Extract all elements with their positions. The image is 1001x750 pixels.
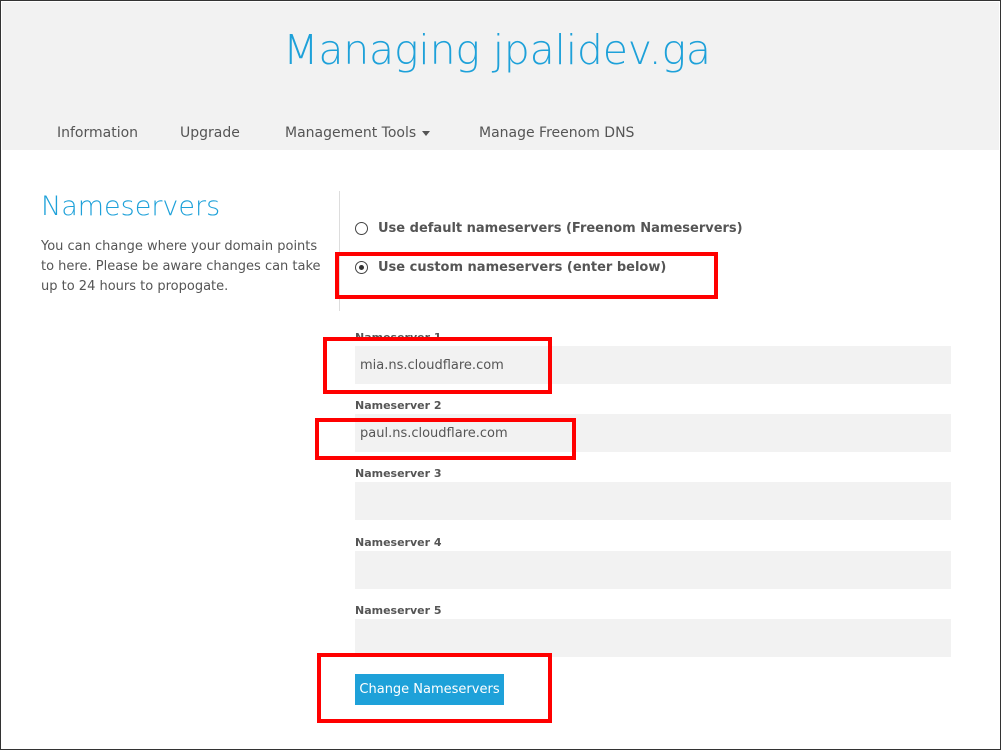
radio-button-unchecked[interactable]	[355, 222, 368, 235]
nameserver-4-label: Nameserver 4	[355, 536, 442, 549]
nav-tab-upgrade[interactable]: Upgrade	[180, 125, 240, 141]
nameserver-2-label: Nameserver 2	[355, 399, 442, 412]
change-nameservers-button[interactable]: Change Nameservers	[355, 674, 504, 705]
nameserver-3-input[interactable]	[355, 482, 951, 520]
nav-tab-information[interactable]: Information	[57, 125, 138, 141]
column-divider	[339, 191, 340, 311]
browser-frame: Managing jpalidev.ga Information Upgrade…	[0, 0, 1001, 750]
nav-tab-manage-freenom-dns[interactable]: Manage Freenom DNS	[479, 125, 634, 141]
nameserver-1-input[interactable]	[355, 346, 951, 384]
nameserver-2-input[interactable]	[355, 414, 951, 452]
section-description: You can change where your domain points …	[41, 239, 321, 294]
radio-custom-label: Use custom nameservers (enter below)	[378, 260, 667, 275]
nameserver-4-input[interactable]	[355, 551, 951, 589]
page-header: Managing jpalidev.ga Information Upgrade…	[2, 2, 999, 150]
radio-button-checked[interactable]	[355, 261, 368, 274]
nameserver-1-label: Nameserver 1	[355, 331, 442, 344]
radio-default-label: Use default nameservers (Freenom Nameser…	[378, 221, 743, 236]
page-title: Managing jpalidev.ga	[283, 26, 711, 74]
chevron-down-icon[interactable]	[422, 131, 430, 136]
nameserver-5-label: Nameserver 5	[355, 604, 442, 617]
nameserver-5-input[interactable]	[355, 619, 951, 657]
radio-default-nameservers[interactable]: Use default nameservers (Freenom Nameser…	[355, 221, 743, 236]
nav-tab-management-tools[interactable]: Management Tools	[285, 125, 416, 141]
nameserver-3-label: Nameserver 3	[355, 467, 442, 480]
section-title: Nameservers	[41, 191, 221, 222]
radio-custom-nameservers[interactable]: Use custom nameservers (enter below)	[355, 260, 666, 275]
